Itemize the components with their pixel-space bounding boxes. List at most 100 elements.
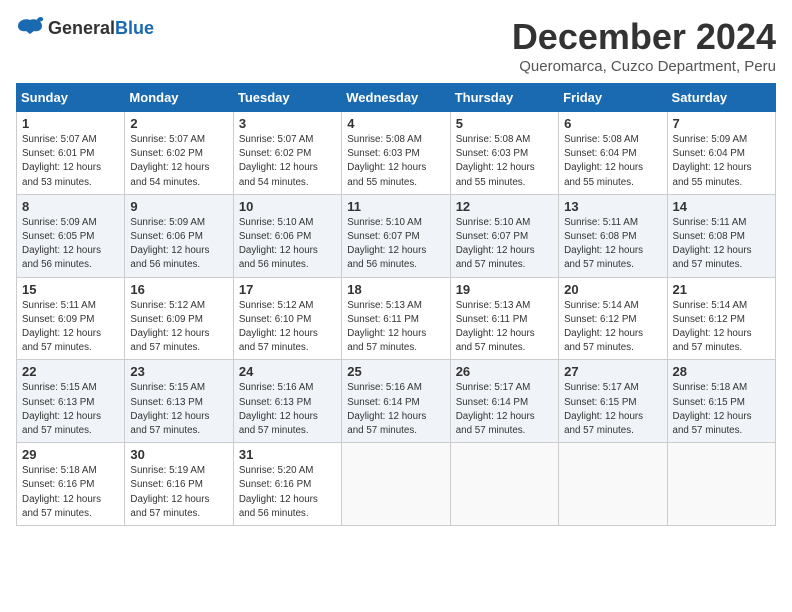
day-number: 11 — [347, 199, 444, 214]
day-header-wednesday: Wednesday — [342, 84, 450, 112]
day-number: 29 — [22, 447, 119, 462]
day-number: 25 — [347, 364, 444, 379]
table-row: 31 Sunrise: 5:20 AMSunset: 6:16 PMDayligh… — [233, 443, 341, 526]
day-info: Sunrise: 5:08 AMSunset: 6:04 PMDaylight:… — [564, 134, 643, 188]
table-row: 18Sunrise: 5:13 AMSunset: 6:11 PMDayligh… — [342, 277, 450, 360]
table-row: 21 Sunrise: 5:14 AMSunset: 6:12 PMDayligh… — [667, 277, 775, 360]
table-row: 6 Sunrise: 5:08 AMSunset: 6:04 PMDaylight… — [559, 112, 667, 195]
day-number: 9 — [130, 199, 227, 214]
table-row: 28Sunrise: 5:18 AMSunset: 6:15 PMDayligh… — [667, 360, 775, 443]
table-row: 14 Sunrise: 5:11 AMSunset: 6:08 PMDayligh… — [667, 194, 775, 277]
table-row: 27 Sunrise: 5:17 AMSunset: 6:15 PMDayligh… — [559, 360, 667, 443]
day-info: Sunrise: 5:09 AMSunset: 6:05 PMDaylight:… — [22, 217, 101, 271]
day-number: 18 — [347, 282, 444, 297]
table-row: 7Sunrise: 5:09 AMSunset: 6:04 PMDaylight… — [667, 112, 775, 195]
day-info: Sunrise: 5:07 AMSunset: 6:01 PMDaylight:… — [22, 134, 101, 188]
day-number: 12 — [456, 199, 553, 214]
day-number: 15 — [22, 282, 119, 297]
day-info: Sunrise: 5:20 AMSunset: 6:16 PMDaylight:… — [239, 465, 318, 519]
logo-bird-icon — [16, 16, 44, 40]
table-row: 20Sunrise: 5:14 AMSunset: 6:12 PMDayligh… — [559, 277, 667, 360]
table-row: 30 Sunrise: 5:19 AMSunset: 6:16 PMDayligh… — [125, 443, 233, 526]
day-info: Sunrise: 5:11 AMSunset: 6:08 PMDaylight:… — [673, 217, 752, 271]
month-title: December 2024 — [512, 16, 776, 58]
logo-text: GeneralBlue — [48, 18, 154, 39]
table-row: 2 Sunrise: 5:07 AMSunset: 6:02 PMDaylight… — [125, 112, 233, 195]
table-row: 29 Sunrise: 5:18 AMSunset: 6:16 PMDayligh… — [17, 443, 125, 526]
table-row: 1 Sunrise: 5:07 AMSunset: 6:01 PMDaylight… — [17, 112, 125, 195]
day-number: 17 — [239, 282, 336, 297]
day-header-thursday: Thursday — [450, 84, 558, 112]
day-info: Sunrise: 5:18 AMSunset: 6:15 PMDaylight:… — [673, 382, 752, 436]
table-row: 3 Sunrise: 5:07 AMSunset: 6:02 PMDaylight… — [233, 112, 341, 195]
day-number: 8 — [22, 199, 119, 214]
table-row: 25Sunrise: 5:16 AMSunset: 6:14 PMDayligh… — [342, 360, 450, 443]
day-info: Sunrise: 5:07 AMSunset: 6:02 PMDaylight:… — [130, 134, 209, 188]
table-row: 26 Sunrise: 5:17 AMSunset: 6:14 PMDayligh… — [450, 360, 558, 443]
days-header-row: SundayMondayTuesdayWednesdayThursdayFrid… — [17, 84, 776, 112]
day-info: Sunrise: 5:12 AMSunset: 6:10 PMDaylight:… — [239, 300, 318, 354]
day-number: 2 — [130, 116, 227, 131]
day-info: Sunrise: 5:14 AMSunset: 6:12 PMDaylight:… — [673, 300, 752, 354]
day-header-saturday: Saturday — [667, 84, 775, 112]
day-info: Sunrise: 5:08 AMSunset: 6:03 PMDaylight:… — [347, 134, 426, 188]
table-row — [342, 443, 450, 526]
table-row: 4 Sunrise: 5:08 AMSunset: 6:03 PMDaylight… — [342, 112, 450, 195]
day-number: 14 — [673, 199, 770, 214]
table-row: 13Sunrise: 5:11 AMSunset: 6:08 PMDayligh… — [559, 194, 667, 277]
calendar-week-1: 1 Sunrise: 5:07 AMSunset: 6:01 PMDaylight… — [17, 112, 776, 195]
day-number: 20 — [564, 282, 661, 297]
day-info: Sunrise: 5:17 AMSunset: 6:14 PMDaylight:… — [456, 382, 535, 436]
day-info: Sunrise: 5:09 AMSunset: 6:04 PMDaylight:… — [673, 134, 752, 188]
table-row: 22 Sunrise: 5:15 AMSunset: 6:13 PMDayligh… — [17, 360, 125, 443]
day-number: 19 — [456, 282, 553, 297]
day-number: 4 — [347, 116, 444, 131]
logo-general: General — [48, 18, 115, 38]
day-number: 22 — [22, 364, 119, 379]
day-info: Sunrise: 5:15 AMSunset: 6:13 PMDaylight:… — [130, 382, 209, 436]
day-info: Sunrise: 5:11 AMSunset: 6:09 PMDaylight:… — [22, 300, 101, 354]
day-header-monday: Monday — [125, 84, 233, 112]
page-header: GeneralBlue December 2024 Queromarca, Cu… — [16, 16, 776, 75]
calendar-week-4: 22 Sunrise: 5:15 AMSunset: 6:13 PMDayligh… — [17, 360, 776, 443]
table-row: 11 Sunrise: 5:10 AMSunset: 6:07 PMDayligh… — [342, 194, 450, 277]
day-number: 5 — [456, 116, 553, 131]
day-number: 3 — [239, 116, 336, 131]
table-row: 23 Sunrise: 5:15 AMSunset: 6:13 PMDayligh… — [125, 360, 233, 443]
day-info: Sunrise: 5:07 AMSunset: 6:02 PMDaylight:… — [239, 134, 318, 188]
calendar-week-5: 29 Sunrise: 5:18 AMSunset: 6:16 PMDayligh… — [17, 443, 776, 526]
table-row: 15 Sunrise: 5:11 AMSunset: 6:09 PMDayligh… — [17, 277, 125, 360]
day-info: Sunrise: 5:08 AMSunset: 6:03 PMDaylight:… — [456, 134, 535, 188]
day-info: Sunrise: 5:19 AMSunset: 6:16 PMDaylight:… — [130, 465, 209, 519]
calendar-table: SundayMondayTuesdayWednesdayThursdayFrid… — [16, 83, 776, 526]
day-number: 1 — [22, 116, 119, 131]
table-row: 24 Sunrise: 5:16 AMSunset: 6:13 PMDayligh… — [233, 360, 341, 443]
table-row — [450, 443, 558, 526]
calendar-week-3: 15 Sunrise: 5:11 AMSunset: 6:09 PMDayligh… — [17, 277, 776, 360]
day-info: Sunrise: 5:11 AMSunset: 6:08 PMDaylight:… — [564, 217, 643, 271]
table-row: 19Sunrise: 5:13 AMSunset: 6:11 PMDayligh… — [450, 277, 558, 360]
day-number: 24 — [239, 364, 336, 379]
day-number: 23 — [130, 364, 227, 379]
day-info: Sunrise: 5:10 AMSunset: 6:07 PMDaylight:… — [456, 217, 535, 271]
day-info: Sunrise: 5:10 AMSunset: 6:06 PMDaylight:… — [239, 217, 318, 271]
day-info: Sunrise: 5:12 AMSunset: 6:09 PMDaylight:… — [130, 300, 209, 354]
day-info: Sunrise: 5:18 AMSunset: 6:16 PMDaylight:… — [22, 465, 101, 519]
day-number: 31 — [239, 447, 336, 462]
table-row: 10Sunrise: 5:10 AMSunset: 6:06 PMDayligh… — [233, 194, 341, 277]
title-area: December 2024 Queromarca, Cuzco Departme… — [512, 16, 776, 75]
table-row: 5 Sunrise: 5:08 AMSunset: 6:03 PMDaylight… — [450, 112, 558, 195]
day-info: Sunrise: 5:15 AMSunset: 6:13 PMDaylight:… — [22, 382, 101, 436]
day-number: 6 — [564, 116, 661, 131]
day-info: Sunrise: 5:17 AMSunset: 6:15 PMDaylight:… — [564, 382, 643, 436]
table-row: 16Sunrise: 5:12 AMSunset: 6:09 PMDayligh… — [125, 277, 233, 360]
day-header-sunday: Sunday — [17, 84, 125, 112]
day-info: Sunrise: 5:16 AMSunset: 6:13 PMDaylight:… — [239, 382, 318, 436]
day-number: 26 — [456, 364, 553, 379]
table-row — [667, 443, 775, 526]
day-number: 21 — [673, 282, 770, 297]
day-header-friday: Friday — [559, 84, 667, 112]
day-number: 30 — [130, 447, 227, 462]
day-number: 27 — [564, 364, 661, 379]
day-info: Sunrise: 5:10 AMSunset: 6:07 PMDaylight:… — [347, 217, 426, 271]
